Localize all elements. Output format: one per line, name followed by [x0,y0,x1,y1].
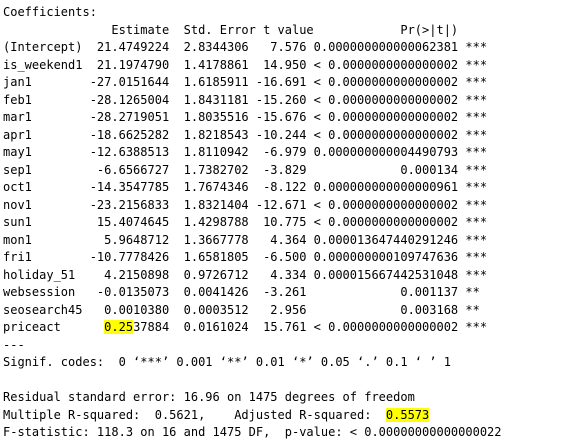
coefficients-table-header: Estimate Std. Error t value Pr(>|t|) [3,22,488,37]
coef-row-sun1: sun1 15.4074645 1.4298788 10.775 < 0.000… [3,215,488,229]
priceact-highlight: 0.25 [104,320,134,334]
coefficients-table: (Intercept) 21.4749224 2.8344306 7.576 0… [3,39,559,337]
coefficients-heading: Coefficients: [3,5,97,19]
r-console-output: Coefficients: Estimate Std. Error t valu… [3,4,559,442]
coefficients-separator: --- [3,337,25,352]
coef-row-holiday-51: holiday_51 4.2150898 0.9726712 4.334 0.0… [3,267,488,282]
coef-row-mar1: mar1 -28.2719051 1.8035516 -15.676 < 0.0… [3,110,488,124]
r-squared-line: Multiple R-squared: 0.5621, Adjusted R-s… [3,407,559,425]
coef-row-is-weekend1: is_weekend1 21.1974790 1.4178861 14.950 … [3,57,488,72]
coef-row-mon1: mon1 5.9648712 1.3667778 4.364 0.0000136… [3,232,488,247]
coef-row-may1: may1 -12.6388513 1.8110942 -6.979 0.0000… [3,145,488,159]
coef-row-intercept: (Intercept) 21.4749224 2.8344306 7.576 0… [3,40,488,54]
coef-row-seosearch45: seosearch45 0.0010380 0.0003512 2.956 0.… [3,302,488,317]
coef-row-priceact: priceact 0.2537884 0.0161024 15.761 < 0.… [3,319,559,337]
coef-row-fri1: fri1 -10.7778426 1.6581805 -6.500 0.0000… [3,250,488,264]
r-squared-label: Multiple R-squared: 0.5621, Adjusted R-s… [3,407,386,422]
coef-row-sep1: sep1 -6.6566727 1.7382702 -3.829 0.00013… [3,162,488,177]
coef-row-jan1: jan1 -27.0151644 1.6185911 -16.691 < 0.0… [3,75,488,89]
coef-row-apr1: apr1 -18.6625282 1.8218543 -10.244 < 0.0… [3,127,488,142]
signif-codes: Signif. codes: 0 ‘***’ 0.001 ‘**’ 0.01 ‘… [3,355,451,369]
f-statistic: F-statistic: 118.3 on 16 and 1475 DF, p-… [3,425,502,439]
adjusted-r-squared-highlight: 0.5573 [385,407,430,422]
priceact-label: priceact [3,320,105,334]
priceact-rest: 37884 0.0161024 15.761 < 0.0000000000000… [133,320,488,334]
coef-row-nov1: nov1 -23.2156833 1.8321404 -12.671 < 0.0… [3,197,488,212]
coef-row-feb1: feb1 -28.1265004 1.8431181 -15.260 < 0.0… [3,92,488,107]
coef-row-oct1: oct1 -14.3547785 1.7674346 -8.122 0.0000… [3,180,488,194]
coef-row-websession: websession -0.0135073 0.0041426 -3.261 0… [3,285,488,299]
